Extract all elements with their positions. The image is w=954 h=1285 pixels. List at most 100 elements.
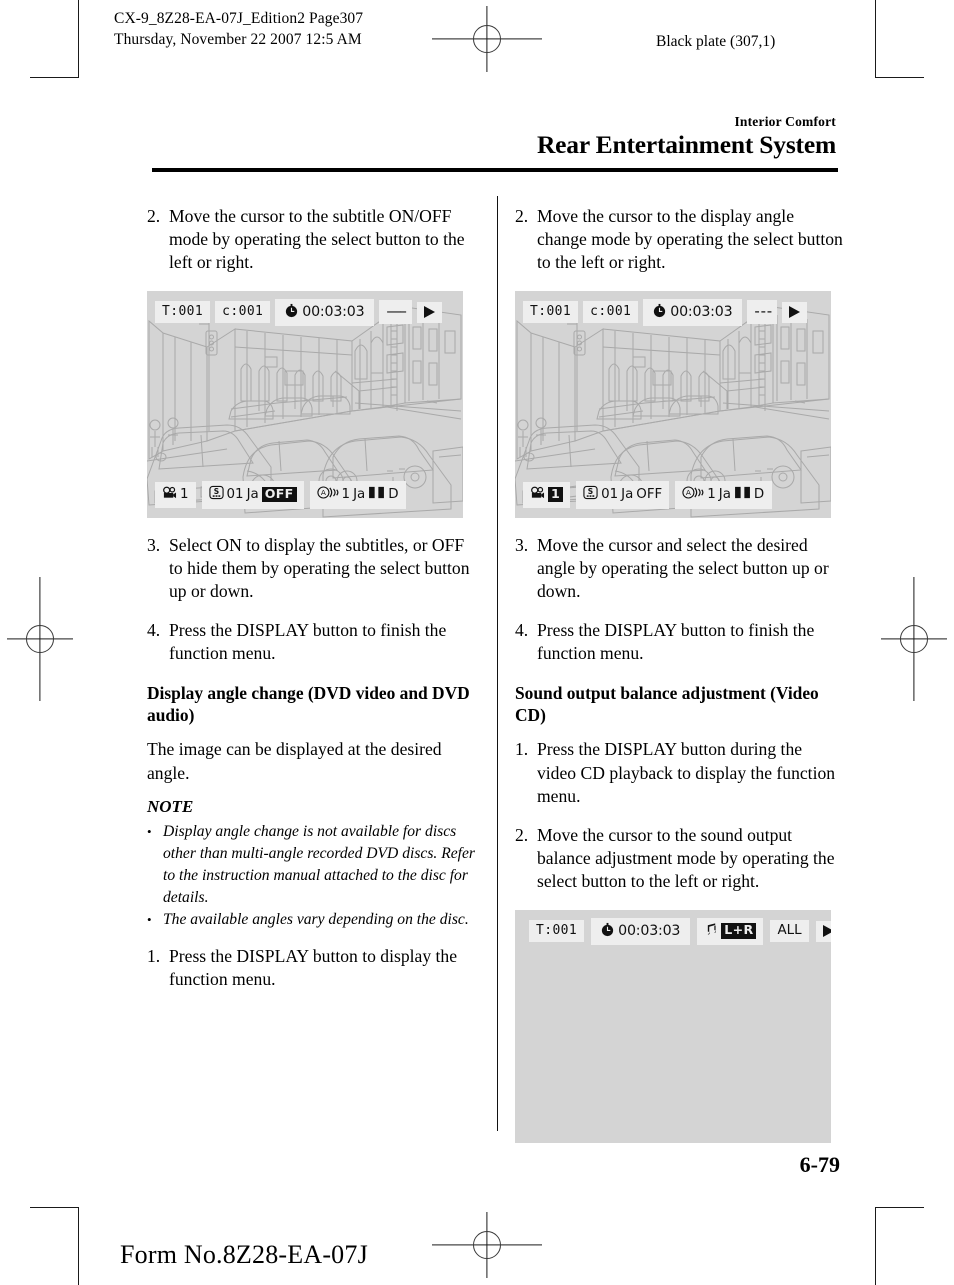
crop-line-bottom-right-horizontal — [876, 1207, 924, 1209]
subtitle-number: 01 — [226, 486, 244, 502]
chapter-chip[interactable]: c:001 — [583, 301, 639, 324]
crop-line-right-horizontal — [876, 77, 924, 79]
subtitle-s-icon: S — [583, 485, 598, 503]
chapter-label: c:001 — [222, 304, 264, 320]
list-item: 2. Move the cursor to the sound output b… — [515, 824, 845, 894]
repeat-mode-value: ALL — [777, 923, 802, 939]
angle-value-highlighted[interactable]: 1 — [548, 486, 564, 503]
music-note-icon — [704, 922, 718, 940]
list-number: 1. — [515, 739, 529, 760]
audio-format: D — [753, 486, 765, 502]
list-item: 2. Move the cursor to the subtitle ON/OF… — [147, 205, 477, 275]
note-label: NOTE — [147, 796, 194, 816]
movie-camera-icon — [162, 486, 177, 503]
registration-mark-left — [7, 577, 73, 701]
list-text: Press the DISPLAY button to display the … — [169, 945, 458, 990]
audio-chip[interactable]: A 1 Ja D — [309, 481, 407, 509]
list-item: 4. Press the DISPLAY button to finish th… — [147, 619, 477, 665]
subtitle-language: Ja — [621, 486, 634, 502]
track-chip[interactable]: T:001 — [529, 920, 585, 943]
crop-line-bottom-left-vertical — [78, 1207, 80, 1285]
playback-state-chip[interactable] — [815, 920, 831, 942]
list-number: 3. — [147, 534, 161, 555]
osd-bottom-bar: 1 S 01 Ja OFF A 1 Ja D — [515, 481, 831, 509]
playback-state-chip[interactable] — [416, 301, 442, 323]
page-title: Rear Entertainment System — [536, 130, 836, 159]
print-header-timestamp: Thursday, November 22 2007 12:5 AM — [114, 31, 362, 48]
subtitle-number: 01 — [601, 486, 619, 502]
sound-balance-chip[interactable]: L+R — [697, 917, 764, 945]
print-header-black-plate: Black plate (307,1) — [656, 33, 776, 50]
subtitle-s-icon: S — [208, 485, 224, 503]
angle-value: 1 — [180, 486, 189, 502]
angle-chip[interactable]: 1 — [155, 481, 196, 509]
list-number: 3. — [515, 534, 529, 555]
section-supertitle: Interior Comfort — [734, 114, 836, 129]
clock-icon — [284, 303, 299, 321]
elapsed-time: 00:03:03 — [302, 303, 365, 320]
list-number: 4. — [515, 620, 529, 641]
list-item: 3. Move the cursor and select the desire… — [515, 534, 845, 604]
balance-value-highlighted[interactable]: L+R — [721, 922, 757, 939]
elapsed-time-chip[interactable]: 00:03:03 — [643, 298, 743, 326]
list-text: Move the cursor and select the desired a… — [537, 534, 829, 602]
list-text: Select ON to display the subtitles, or O… — [169, 534, 470, 602]
list-item: 3. Select ON to display the subtitles, o… — [147, 534, 477, 604]
elapsed-time: 00:03:03 — [670, 303, 733, 320]
elapsed-time-chip[interactable]: 00:03:03 — [591, 917, 691, 945]
svg-text:S: S — [588, 487, 593, 496]
subsection-heading: Display angle change (DVD video and DVD … — [147, 682, 470, 726]
repeat-chip[interactable]: - - - — [747, 300, 778, 325]
subsection-heading: Sound output balance adjustment (Video C… — [515, 682, 819, 726]
note-text: Display angle change is not available fo… — [163, 822, 475, 906]
crop-line-left-horizontal — [30, 77, 78, 79]
list-item: 1. Press the DISPLAY button during the v… — [515, 738, 845, 808]
osd-top-bar: T:001 c:001 00:03:03 - - - — [515, 298, 831, 326]
list-text: Move the cursor to the display angle cha… — [537, 206, 843, 273]
registration-mark-top — [432, 6, 542, 72]
playback-state-chip[interactable] — [782, 301, 808, 323]
list-item: 1. Press the DISPLAY button to display t… — [147, 945, 477, 991]
dolby-digital-icon — [368, 486, 385, 502]
list-text: Press the DISPLAY button to finish the f… — [169, 620, 447, 664]
page-number: 6-79 — [799, 1152, 840, 1177]
body-paragraph: The image can be displayed at the desire… — [147, 739, 442, 783]
title-label: T:001 — [162, 304, 204, 320]
section-rule — [152, 168, 838, 172]
play-icon — [822, 924, 831, 937]
osd-top-bar: T:001 c:001 00:03:03 —– — [147, 298, 463, 326]
crop-line-bottom-right-vertical — [875, 1207, 877, 1285]
repeat-mode-chip[interactable]: ALL — [770, 920, 809, 943]
note-bullet-item: • The available angles vary depending on… — [147, 909, 477, 931]
audio-number: 1 — [707, 486, 716, 502]
play-icon — [789, 305, 801, 318]
dvd-screen-subtitle-mode: T:001 c:001 00:03:03 —– 1 S 01 Ja OFF A … — [147, 290, 463, 518]
list-item: 4. Press the DISPLAY button to finish th… — [515, 619, 845, 665]
list-text: Move the cursor to the subtitle ON/OFF m… — [169, 206, 465, 273]
chapter-chip[interactable]: c:001 — [215, 301, 271, 324]
subtitle-state[interactable]: OFF — [636, 487, 662, 501]
svg-text:A: A — [320, 489, 325, 498]
elapsed-time-chip[interactable]: 00:03:03 — [275, 298, 375, 326]
left-column: 2. Move the cursor to the subtitle ON/OF… — [147, 205, 477, 1007]
title-chip[interactable]: T:001 — [155, 301, 211, 324]
angle-chip[interactable]: 1 — [523, 481, 571, 509]
repeat-chip[interactable]: —– — [379, 300, 412, 325]
subtitle-state-highlighted[interactable]: OFF — [261, 486, 297, 503]
registration-mark-bottom — [432, 1212, 542, 1278]
list-text: Move the cursor to the sound output bala… — [537, 825, 835, 892]
subtitle-chip[interactable]: S 01 Ja OFF — [576, 481, 670, 509]
audio-language: Ja — [718, 486, 731, 502]
title-chip[interactable]: T:001 — [523, 301, 579, 324]
audio-chip[interactable]: A 1 Ja D — [675, 481, 772, 509]
chapter-label: c:001 — [590, 304, 632, 320]
subtitle-language: Ja — [246, 486, 259, 502]
list-item: 2. Move the cursor to the display angle … — [515, 205, 845, 275]
crop-line-right-vertical — [875, 0, 877, 78]
subtitle-chip[interactable]: S 01 Ja OFF — [201, 481, 304, 509]
track-label: T:001 — [536, 923, 578, 939]
crop-line-bottom-left-horizontal — [30, 1207, 78, 1209]
bullet-glyph: • — [147, 911, 152, 927]
repeat-value: - - - — [754, 302, 772, 321]
list-number: 2. — [147, 206, 161, 226]
